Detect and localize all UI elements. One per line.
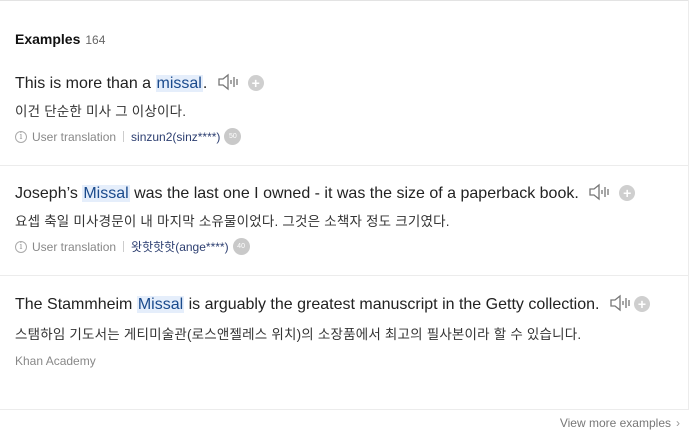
translator-user-link[interactable]: sinzun2(sinz****) <box>131 130 220 144</box>
meta-separator <box>123 131 125 142</box>
sentence-text: Joseph’s <box>15 185 83 202</box>
sentence-text: . <box>202 75 208 92</box>
example-meta: i User translation 왓핫핫핫(ange****) 40 <box>15 238 689 255</box>
add-to-wordbook-button[interactable]: + <box>247 75 264 91</box>
info-icon[interactable]: i <box>15 240 27 253</box>
speaker-icon[interactable] <box>610 294 632 312</box>
example-item: The Stammheim Missal is arguably the gre… <box>15 293 675 368</box>
view-more-examples-link[interactable]: View more examples › <box>560 416 680 430</box>
example-translation: 스탬하임 기도서는 게티미술관(로스앤젤레스 위치)의 소장품에서 최고의 필사… <box>15 327 582 342</box>
example-item: Joseph’s Missal was the last one I owned… <box>15 183 689 255</box>
example-divider <box>0 165 689 166</box>
translator-user-link[interactable]: 왓핫핫핫(ange****) <box>131 238 229 255</box>
user-level-badge: 40 <box>232 238 250 255</box>
user-level-badge: 50 <box>224 128 242 145</box>
sentence-text: was the last one I owned - it was the si… <box>129 185 579 202</box>
highlighted-word: Missal <box>136 296 185 313</box>
sentence-text: This is more than a <box>15 75 156 92</box>
example-translation: 이건 단순한 미사 그 이상이다. <box>15 104 187 119</box>
example-source: Khan Academy <box>15 354 96 368</box>
source-type: User translation <box>32 129 117 144</box>
example-meta: i User translation sinzun2(sinz****) 50 <box>15 128 689 145</box>
examples-header: Examples 164 <box>15 31 105 47</box>
highlighted-word: missal <box>155 75 203 92</box>
add-to-wordbook-button[interactable]: + <box>619 185 636 201</box>
highlighted-word: Missal <box>82 185 130 202</box>
add-to-wordbook-button[interactable]: + <box>633 296 650 312</box>
chevron-right-icon: › <box>676 416 680 430</box>
speaker-icon[interactable] <box>218 73 240 91</box>
examples-title: Examples <box>15 31 81 47</box>
example-sentence: This is more than a missal. + <box>15 73 689 94</box>
examples-count: 164 <box>85 33 106 47</box>
example-translation: 요셉 축일 미사경문이 내 마지막 소유물이었다. 그것은 소책자 정도 크기였… <box>15 214 450 229</box>
example-sentence: Joseph’s Missal was the last one I owned… <box>15 183 689 204</box>
sentence-text: is arguably the greatest manuscript in t… <box>184 296 600 313</box>
meta-separator <box>123 241 125 252</box>
sentence-text: The Stammheim <box>15 296 137 313</box>
example-divider <box>0 275 689 276</box>
top-divider <box>0 0 689 1</box>
info-icon[interactable]: i <box>15 130 27 143</box>
example-item: This is more than a missal. + 이건 단순한 미사 … <box>15 73 689 145</box>
view-more-label: View more examples <box>559 416 671 430</box>
example-sentence: The Stammheim Missal is arguably the gre… <box>15 293 675 317</box>
speaker-icon[interactable] <box>589 183 611 201</box>
source-type: User translation <box>32 239 117 254</box>
